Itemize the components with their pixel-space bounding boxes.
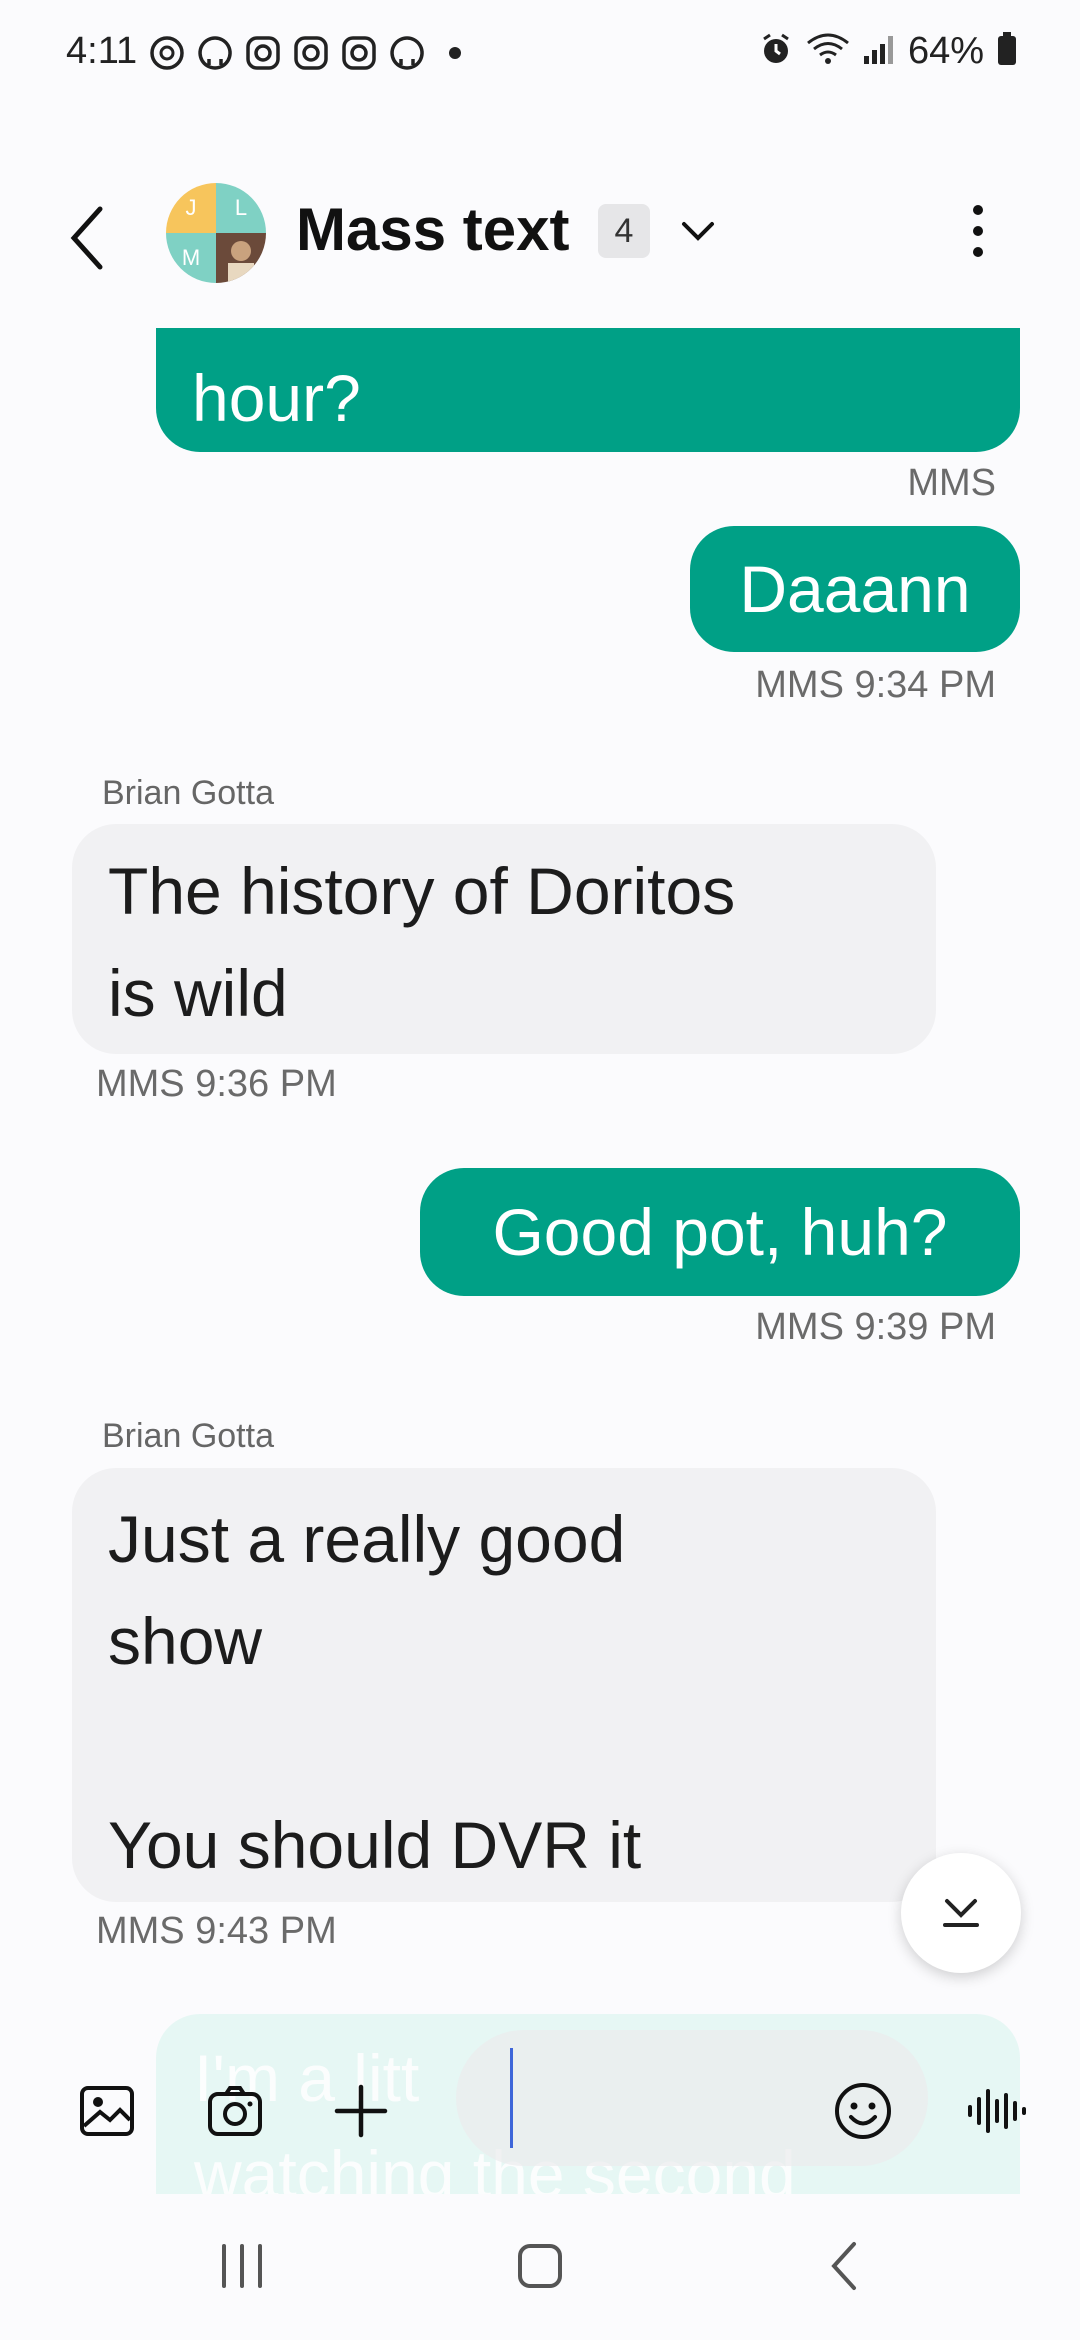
message-meta: MMS 9:36 PM xyxy=(96,1063,337,1105)
nav-back-button[interactable] xyxy=(816,2236,876,2296)
status-time: 4:11 xyxy=(66,30,138,72)
github-icon xyxy=(196,34,234,72)
message-text: Good pot, huh? xyxy=(492,1195,948,1269)
instagram-icon xyxy=(340,34,378,72)
message-meta: MMS xyxy=(907,462,996,504)
notification-icons xyxy=(148,34,474,72)
expand-participants-button[interactable] xyxy=(676,212,720,252)
plus-icon xyxy=(334,2084,388,2138)
avatar-initial-l: L xyxy=(216,183,266,233)
signal-icon xyxy=(862,32,896,71)
gallery-icon xyxy=(80,2086,134,2136)
battery-percent: 64% xyxy=(907,30,984,72)
emoji-icon xyxy=(835,2083,891,2139)
message-text: Daaann xyxy=(739,552,971,626)
instagram-icon xyxy=(244,34,282,72)
message-line: is wild xyxy=(108,956,288,1030)
message-line: Just a really good xyxy=(108,1502,626,1576)
chevron-down-icon xyxy=(682,222,714,241)
avatar-initial-m: M xyxy=(166,233,216,283)
gallery-button[interactable] xyxy=(74,2078,140,2144)
sender-name: Brian Gotta xyxy=(102,774,274,812)
home-icon xyxy=(518,2244,562,2288)
message-line: You should DVR it xyxy=(108,1808,642,1882)
wifi-icon xyxy=(806,31,850,72)
back-button[interactable] xyxy=(66,198,126,278)
message-bubble-outgoing[interactable]: hour? xyxy=(156,328,1020,452)
message-line: show xyxy=(108,1604,263,1678)
avatar-photo xyxy=(216,233,266,283)
conversation-title[interactable]: Mass text xyxy=(296,195,569,264)
message-bubble-incoming[interactable]: The history of Doritos is wild xyxy=(72,824,936,1054)
dot-icon xyxy=(436,34,474,72)
github-icon xyxy=(388,34,426,72)
message-meta: MMS 9:34 PM xyxy=(755,664,996,706)
sender-name: Brian Gotta xyxy=(102,1417,274,1455)
battery-icon xyxy=(996,31,1018,72)
status-bar: 4:11 64% xyxy=(0,0,1080,110)
camera-icon xyxy=(208,2086,262,2136)
message-meta: MMS 9:39 PM xyxy=(755,1306,996,1348)
text-cursor xyxy=(510,2048,513,2148)
scroll-to-bottom-button[interactable] xyxy=(901,1853,1021,1973)
more-options-button[interactable] xyxy=(958,200,998,270)
threads-icon xyxy=(148,34,186,72)
message-meta: MMS 9:43 PM xyxy=(96,1910,337,1952)
system-navigation-bar xyxy=(0,2196,1080,2340)
voice-icon xyxy=(968,2089,1026,2133)
message-bubble-outgoing[interactable]: Daaann xyxy=(690,526,1020,652)
chevron-left-icon xyxy=(70,206,103,270)
message-bubble-outgoing[interactable]: Good pot, huh? xyxy=(420,1168,1020,1296)
alarm-icon xyxy=(758,31,794,72)
camera-button[interactable] xyxy=(202,2078,268,2144)
more-vertical-icon xyxy=(973,205,983,257)
arrow-down-icon xyxy=(943,1899,979,1927)
participant-count-badge: 4 xyxy=(598,204,650,258)
system-status: 64% xyxy=(758,30,1018,73)
message-line: The history of Doritos xyxy=(108,854,736,928)
message-line xyxy=(108,1692,900,1794)
recent-apps-icon xyxy=(222,2244,262,2288)
group-avatar[interactable]: J L M xyxy=(166,183,266,283)
avatar-initial-j: J xyxy=(166,183,216,233)
recent-apps-button[interactable] xyxy=(212,2236,272,2296)
voice-input-button[interactable] xyxy=(962,2076,1032,2146)
home-button[interactable] xyxy=(510,2236,570,2296)
back-icon xyxy=(831,2242,856,2290)
instagram-icon xyxy=(292,34,330,72)
attach-button[interactable] xyxy=(326,2076,396,2146)
message-bubble-incoming[interactable]: Just a really good show You should DVR i… xyxy=(72,1468,936,1902)
message-text: hour? xyxy=(192,361,361,435)
emoji-button[interactable] xyxy=(828,2076,898,2146)
